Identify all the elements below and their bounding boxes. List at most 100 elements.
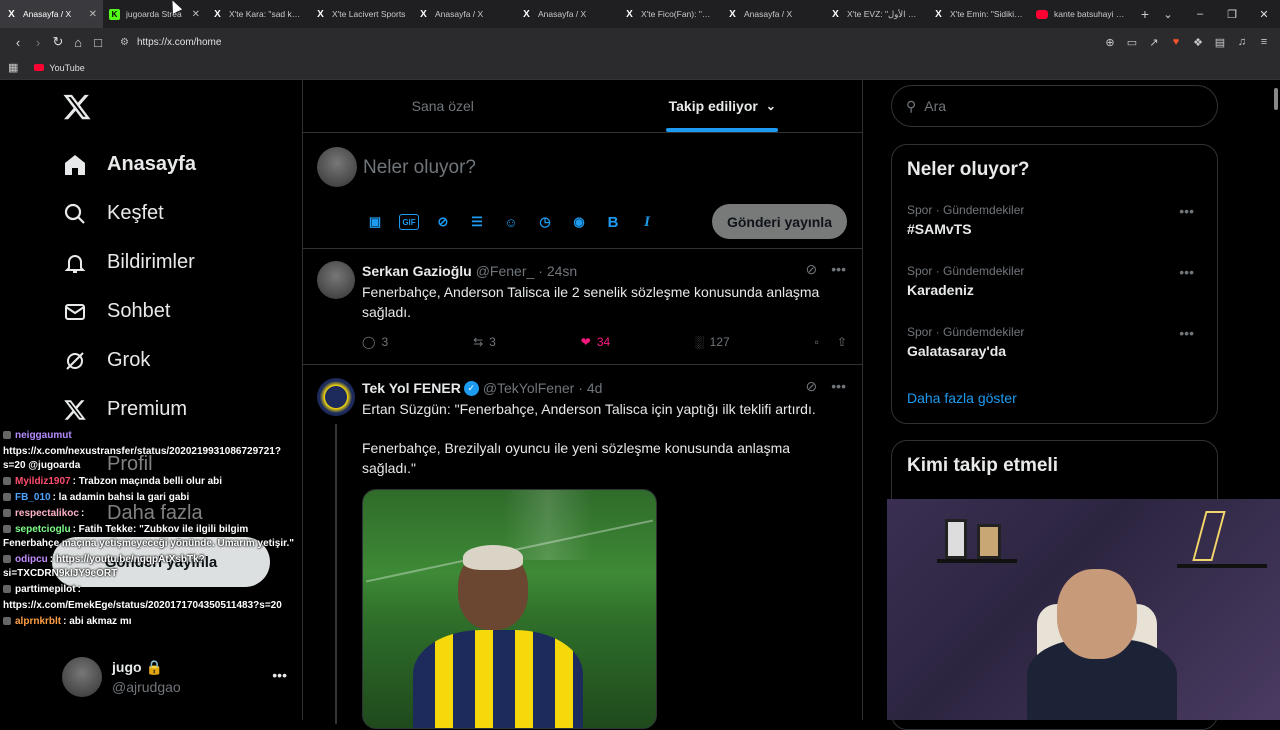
compose-input[interactable]: Neler oluyor? — [363, 157, 476, 179]
browser-tab[interactable]: X Anasayfa / X — [412, 0, 515, 28]
chat-username[interactable]: alprnkrblt — [15, 616, 61, 627]
browser-tab[interactable]: X Anasayfa / X — [515, 0, 618, 28]
reload-icon[interactable]: ↻ — [48, 34, 68, 50]
account-handle: @ajrudgao — [112, 679, 181, 695]
chevron-down-icon[interactable]: ⌄ — [1152, 8, 1184, 21]
compose-post-button[interactable]: Gönderi yayınla — [711, 204, 847, 239]
avatar[interactable] — [317, 261, 355, 299]
chat-username[interactable]: FB_010 — [15, 492, 51, 503]
more-icon[interactable]: ••• — [1179, 264, 1194, 280]
browser-tab[interactable]: X X'te EVZ: "ـوط الأول — [824, 0, 927, 28]
chat-username[interactable]: parttimepilot — [15, 584, 76, 595]
avatar[interactable] — [317, 378, 355, 416]
bookmark-youtube[interactable]: YouTube — [34, 63, 85, 73]
chat-username[interactable]: sepetcioglu — [15, 524, 71, 535]
browser-tab[interactable]: kante batsuhayi - Yo — [1030, 0, 1133, 28]
browser-tab[interactable]: X Anasayfa / X — [721, 0, 824, 28]
bookmark-icon[interactable]: ▫ — [815, 335, 819, 349]
player-hair — [463, 545, 523, 570]
grok-icon[interactable]: ⊘ — [806, 378, 818, 395]
more-icon[interactable]: ••• — [831, 261, 846, 278]
location-icon[interactable]: ◉ — [569, 212, 589, 232]
media-icon[interactable]: ♫ — [1234, 36, 1250, 48]
poll-icon[interactable]: ☰ — [467, 212, 487, 232]
address-bar[interactable]: ⚙ https://x.com/home — [120, 31, 1102, 53]
forward-icon[interactable]: › — [28, 35, 48, 50]
tweet-image[interactable] — [362, 489, 657, 729]
close-tab-icon[interactable]: ✕ — [89, 9, 97, 20]
author-handle[interactable]: @Fener_ — [476, 263, 535, 279]
tab-for-you[interactable]: Sana özel — [303, 80, 583, 132]
more-icon[interactable]: ••• — [831, 378, 846, 395]
account-switcher[interactable]: jugo 🔒 @ajrudgao ••• — [62, 655, 287, 700]
close-tab-icon[interactable]: ✕ — [192, 9, 200, 20]
share-icon[interactable]: ↗ — [1146, 36, 1162, 49]
reply-button[interactable]: ◯ 3 — [362, 335, 388, 349]
nav-item-home[interactable]: Anasayfa — [62, 140, 196, 189]
browser-tab[interactable]: X X'te Fico(Fan): "1. K — [618, 0, 721, 28]
browser-tab[interactable]: X X'te Lacivert Sports — [309, 0, 412, 28]
tab-following[interactable]: Takip ediliyor ⌄ — [583, 80, 863, 132]
chat-username[interactable]: neiggaumut — [15, 430, 72, 441]
x-logo-icon[interactable] — [62, 92, 92, 130]
schedule-icon[interactable]: ◷ — [535, 212, 555, 232]
sidebar-icon[interactable]: ▤ — [1212, 36, 1228, 49]
tweet[interactable]: Tek Yol FENER ✓ @TekYolFener · 4d ⊘ ••• … — [303, 366, 862, 729]
trend-item[interactable]: Spor · Gündemdekiler Karadeniz ••• — [907, 264, 1204, 298]
image-icon[interactable]: ▣ — [365, 212, 385, 232]
extensions-icon[interactable]: ❖ — [1190, 36, 1206, 49]
nav-item-premium[interactable]: Premium — [62, 385, 196, 434]
chat-message: https://x.com/nexustransfer/status/20202… — [0, 444, 300, 474]
share-icon[interactable]: ⇧ — [837, 335, 847, 349]
minimize-icon[interactable]: – — [1184, 8, 1216, 20]
browser-tab[interactable]: X X'te Kara: "sad kara — [206, 0, 309, 28]
browser-tab[interactable]: X Anasayfa / X ✕ — [0, 0, 103, 28]
italic-icon[interactable]: I — [637, 212, 657, 232]
author-name[interactable]: Tek Yol FENER — [362, 380, 461, 396]
emoji-icon[interactable]: ☺ — [501, 212, 521, 232]
chat-username[interactable]: respectalikoc — [15, 508, 79, 519]
more-icon[interactable]: ••• — [272, 667, 287, 683]
nav-item-messages[interactable]: Sohbet — [62, 287, 196, 336]
browser-tab[interactable]: X X'te Emin: "Sidiki Ch — [927, 0, 1030, 28]
maximize-icon[interactable]: ❐ — [1216, 8, 1248, 21]
show-more-link[interactable]: Daha fazla göster — [907, 390, 1017, 406]
chat-username[interactable]: odipcu — [15, 554, 48, 565]
bold-icon[interactable]: B — [603, 212, 623, 232]
like-button[interactable]: ❤ 34 — [581, 335, 610, 349]
grok-icon[interactable]: ⊘ — [433, 212, 453, 232]
scrollbar-thumb[interactable] — [1274, 88, 1278, 110]
author-name[interactable]: Serkan Gazioğlu — [362, 263, 472, 279]
chat-username[interactable]: Myildiz1907 — [15, 476, 71, 487]
tweet-time[interactable]: · 24sn — [538, 263, 577, 279]
zoom-icon[interactable]: ⊕ — [1102, 36, 1118, 49]
trend-item[interactable]: Spor · Gündemdekiler #SAMvTS ••• — [907, 203, 1204, 237]
trend-item[interactable]: Spor · Gündemdekiler Galatasaray'da ••• — [907, 325, 1204, 359]
browser-tab[interactable]: Kjugoarda Strea ✕ — [103, 0, 206, 28]
more-icon[interactable]: ••• — [1179, 325, 1194, 341]
home-icon[interactable]: ⌂ — [68, 35, 88, 50]
tweet-time[interactable]: · 4d — [578, 380, 602, 396]
avatar[interactable] — [317, 147, 357, 187]
repost-button[interactable]: ⇆ 3 — [473, 335, 496, 349]
nav-item-notifications[interactable]: Bildirimler — [62, 238, 196, 287]
back-icon[interactable]: ‹ — [8, 35, 28, 50]
nav-label: Grok — [107, 349, 151, 371]
bookmark-icon[interactable]: □ — [88, 35, 108, 50]
brave-shield-icon[interactable]: ♥ — [1168, 36, 1184, 48]
views-button[interactable]: ░ 127 — [695, 335, 730, 349]
search-input[interactable]: ⚲ Ara — [891, 85, 1218, 127]
nav-item-explore[interactable]: Keşfet — [62, 189, 196, 238]
author-handle[interactable]: @TekYolFener — [483, 380, 575, 396]
verified-badge-icon: ✓ — [463, 380, 479, 396]
cast-icon[interactable]: ▭ — [1124, 36, 1140, 49]
apps-grid-icon[interactable]: ▦ — [8, 61, 18, 74]
gif-icon[interactable]: GIF — [399, 214, 419, 230]
site-info-icon[interactable]: ⚙ — [120, 37, 129, 48]
nav-item-grok[interactable]: Grok — [62, 336, 196, 385]
more-icon[interactable]: ••• — [1179, 203, 1194, 219]
close-icon[interactable]: ✕ — [1248, 8, 1280, 21]
menu-icon[interactable]: ≡ — [1256, 36, 1272, 48]
grok-icon[interactable]: ⊘ — [806, 261, 818, 278]
tweet[interactable]: Serkan Gazioğlu @Fener_ · 24sn ⊘ ••• Fen… — [303, 249, 862, 365]
